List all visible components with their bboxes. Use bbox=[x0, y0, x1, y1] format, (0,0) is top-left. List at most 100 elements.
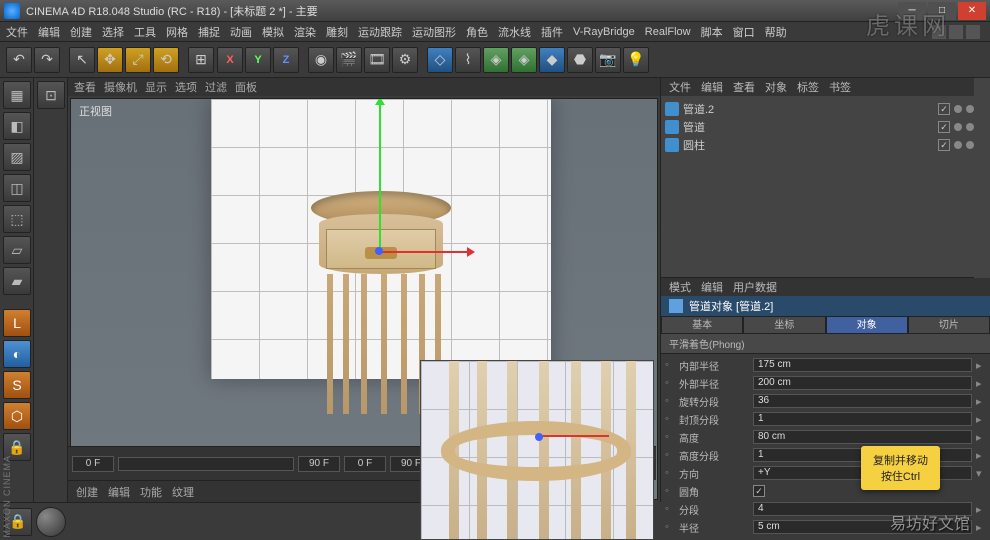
fillet-checkbox[interactable] bbox=[753, 485, 765, 497]
mat-tab-func[interactable]: 功能 bbox=[140, 484, 162, 500]
enable-axis[interactable]: L bbox=[3, 309, 31, 337]
generator2-tool[interactable]: ◈ bbox=[511, 47, 537, 73]
spline-tool[interactable]: ⌇ bbox=[455, 47, 481, 73]
gizmo-y-axis[interactable] bbox=[379, 103, 381, 253]
gizmo-x-axis[interactable] bbox=[539, 435, 609, 437]
attr-tab-coord[interactable]: 坐标 bbox=[743, 316, 825, 334]
texture-mode[interactable]: ▨ bbox=[3, 143, 31, 171]
menu-help[interactable]: 帮助 bbox=[765, 24, 787, 40]
make-editable[interactable]: ▦ bbox=[3, 81, 31, 109]
menu-edit[interactable]: 编辑 bbox=[38, 24, 60, 40]
cap-segments-field[interactable]: 1 bbox=[753, 412, 972, 426]
menu-snap[interactable]: 捕捉 bbox=[198, 24, 220, 40]
menu-mograph[interactable]: 运动图形 bbox=[412, 24, 456, 40]
layout-icon[interactable] bbox=[966, 25, 980, 39]
menu-script[interactable]: 脚本 bbox=[701, 24, 723, 40]
menu-window[interactable]: 窗口 bbox=[733, 24, 755, 40]
menu-plugins[interactable]: 插件 bbox=[541, 24, 563, 40]
timeline-cur-start[interactable]: 0 F bbox=[344, 456, 386, 472]
rotate-tool[interactable]: ⟲ bbox=[153, 47, 179, 73]
render-vis-dot[interactable] bbox=[966, 105, 974, 113]
coord-system[interactable]: ◉ bbox=[308, 47, 334, 73]
snap-toggle[interactable]: S bbox=[3, 371, 31, 399]
material-manager[interactable]: 🔒 bbox=[0, 502, 420, 540]
obj-tab-tags[interactable]: 标签 bbox=[797, 79, 819, 95]
workplane-mode[interactable]: ◫ bbox=[3, 174, 31, 202]
editor-vis-dot[interactable] bbox=[954, 105, 962, 113]
menu-track[interactable]: 运动跟踪 bbox=[358, 24, 402, 40]
timeline-end[interactable]: 90 F bbox=[298, 456, 340, 472]
gizmo-center[interactable] bbox=[375, 247, 383, 255]
layout-icon[interactable] bbox=[949, 25, 963, 39]
camera-tool[interactable]: 📷 bbox=[595, 47, 621, 73]
attr-tab-edit[interactable]: 编辑 bbox=[701, 279, 723, 295]
axis-x-toggle[interactable]: X bbox=[217, 47, 243, 73]
fillet-segments-field[interactable]: 4 bbox=[753, 502, 972, 516]
attr-phong-row[interactable]: 平滑着色(Phong) bbox=[661, 334, 990, 354]
obj-tab-objects[interactable]: 对象 bbox=[765, 79, 787, 95]
undo-button[interactable]: ↶ bbox=[6, 47, 32, 73]
render-picture[interactable]: 🎞 bbox=[364, 47, 390, 73]
mat-tab-texture[interactable]: 纹理 bbox=[172, 484, 194, 500]
attr-tab-userdata[interactable]: 用户数据 bbox=[733, 279, 777, 295]
rotation-segments-field[interactable]: 36 bbox=[753, 394, 972, 408]
axis-z-toggle[interactable]: Z bbox=[273, 47, 299, 73]
render-settings[interactable]: ⚙ bbox=[392, 47, 418, 73]
menu-vray[interactable]: V-RayBridge bbox=[573, 26, 635, 38]
height-field[interactable]: 80 cm bbox=[753, 430, 972, 444]
mat-tab-create[interactable]: 创建 bbox=[76, 484, 98, 500]
timeline-start[interactable]: 0 F bbox=[72, 456, 114, 472]
close-button[interactable]: ✕ bbox=[958, 2, 986, 20]
visibility-toggle[interactable]: ✓ bbox=[938, 121, 950, 133]
obj-tab-edit[interactable]: 编辑 bbox=[701, 79, 723, 95]
layout-icon[interactable] bbox=[932, 25, 946, 39]
redo-button[interactable]: ↷ bbox=[34, 47, 60, 73]
inner-radius-field[interactable]: 175 cm bbox=[753, 358, 972, 372]
move-tool[interactable]: ✥ bbox=[97, 47, 123, 73]
gizmo-x-axis[interactable] bbox=[379, 251, 469, 253]
recent-tool[interactable]: ⊞ bbox=[188, 47, 214, 73]
scale-tool[interactable]: ⤢ bbox=[125, 47, 151, 73]
attr-tab-mode[interactable]: 模式 bbox=[669, 279, 691, 295]
timeline-track[interactable] bbox=[118, 457, 294, 471]
attr-tab-basic[interactable]: 基本 bbox=[661, 316, 743, 334]
light-tool[interactable]: 💡 bbox=[623, 47, 649, 73]
viewport-solo[interactable]: ◐ bbox=[3, 340, 31, 368]
menu-tools[interactable]: 工具 bbox=[134, 24, 156, 40]
menu-char[interactable]: 角色 bbox=[466, 24, 488, 40]
attr-tab-slice[interactable]: 切片 bbox=[908, 316, 990, 334]
menu-file[interactable]: 文件 bbox=[6, 24, 28, 40]
fillet-radius-field[interactable]: 5 cm bbox=[753, 520, 972, 534]
vp-tab-options[interactable]: 选项 bbox=[175, 79, 197, 95]
menu-create[interactable]: 创建 bbox=[70, 24, 92, 40]
visibility-toggle[interactable]: ✓ bbox=[938, 139, 950, 151]
menu-render[interactable]: 渲染 bbox=[294, 24, 316, 40]
axis-y-toggle[interactable]: Y bbox=[245, 47, 271, 73]
mat-tab-edit[interactable]: 编辑 bbox=[108, 484, 130, 500]
environment-tool[interactable]: ⬣ bbox=[567, 47, 593, 73]
primitive-cube[interactable]: ◇ bbox=[427, 47, 453, 73]
material-preview[interactable] bbox=[36, 507, 66, 537]
menu-pipe[interactable]: 流水线 bbox=[498, 24, 531, 40]
gizmo-center[interactable] bbox=[535, 433, 543, 441]
menu-mesh[interactable]: 网格 bbox=[166, 24, 188, 40]
maximize-button[interactable]: □ bbox=[928, 2, 956, 20]
minimize-button[interactable]: ─ bbox=[898, 2, 926, 20]
workplane-snap[interactable]: ⬡ bbox=[3, 402, 31, 430]
vp-tab-camera[interactable]: 摄像机 bbox=[104, 79, 137, 95]
filter-toggle[interactable]: ⊡ bbox=[37, 81, 65, 109]
menu-realflow[interactable]: RealFlow bbox=[645, 26, 691, 38]
attr-tab-object[interactable]: 对象 bbox=[826, 316, 908, 334]
menu-anim[interactable]: 动画 bbox=[230, 24, 252, 40]
vp-tab-display[interactable]: 显示 bbox=[145, 79, 167, 95]
model-mode[interactable]: ◧ bbox=[3, 112, 31, 140]
deformer-tool[interactable]: ◆ bbox=[539, 47, 565, 73]
select-tool[interactable]: ↖ bbox=[69, 47, 95, 73]
generator-tool[interactable]: ◈ bbox=[483, 47, 509, 73]
render-view[interactable]: 🎬 bbox=[336, 47, 362, 73]
object-manager[interactable]: 管道.2 ✓ 管道 ✓ 圆柱 ✓ bbox=[661, 96, 990, 277]
polygon-mode[interactable]: ▰ bbox=[3, 267, 31, 295]
vp-tab-filter[interactable]: 过滤 bbox=[205, 79, 227, 95]
point-mode[interactable]: ⬚ bbox=[3, 205, 31, 233]
menu-sculpt[interactable]: 雕刻 bbox=[326, 24, 348, 40]
